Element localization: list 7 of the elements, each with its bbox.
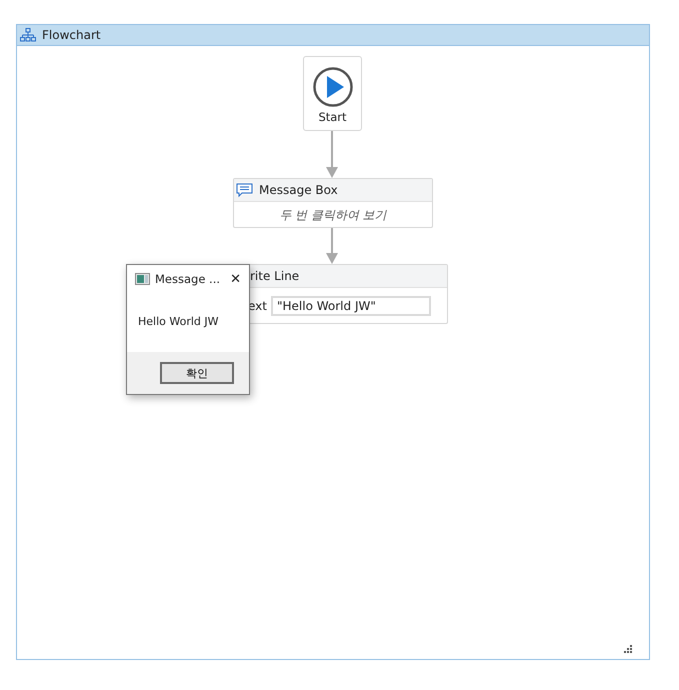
activity-hint: 두 번 클릭하여 보기 — [279, 206, 387, 224]
dialog-title: Message ... — [155, 272, 220, 286]
panel-title: Flowchart — [42, 28, 101, 42]
activity-title: Message Box — [259, 183, 338, 197]
activity-title: rite Line — [250, 269, 300, 283]
dialog-message: Hello World JW — [138, 315, 219, 328]
start-label: Start — [318, 110, 347, 124]
